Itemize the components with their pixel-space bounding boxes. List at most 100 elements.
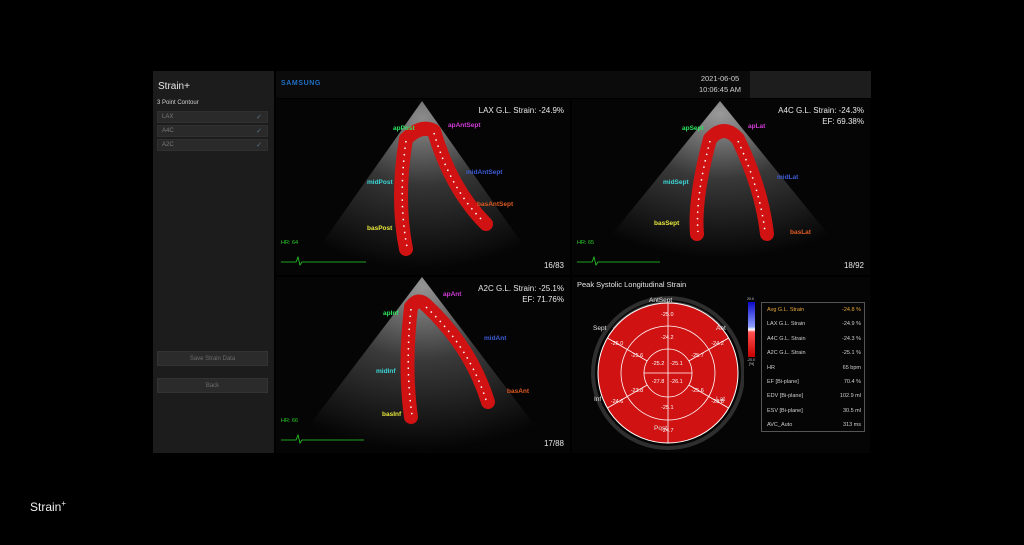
bullseye-segment-value: -24.2	[711, 341, 724, 347]
label-midPost: midPost	[367, 179, 393, 186]
stats-key: A2C G.L. Strain	[767, 350, 806, 357]
bullseye-segment-value: -24.2	[661, 335, 674, 341]
label-midSept: midSept	[663, 179, 689, 186]
bullseye-segment-value: -26.0	[610, 341, 624, 347]
bullseye-panel: Peak Systolic Longitudinal Strain -25.0 -…	[572, 277, 870, 453]
strain-color-scale	[748, 302, 755, 357]
label-apLat: apLat	[748, 123, 766, 130]
contour-item-label: A4C	[162, 128, 174, 134]
stats-value: 70.4 %	[843, 379, 861, 385]
bullseye-segment-value: -25.6	[691, 387, 704, 394]
bullseye-label-post: Post	[654, 425, 668, 432]
stats-value: -24.8 %	[842, 307, 861, 313]
bullseye-label-lat: Lat	[716, 396, 726, 403]
stats-row: LAX G.L. Strain -24.9 %	[762, 317, 866, 331]
time-text: 10:06:45 AM	[698, 85, 742, 94]
label-apInf: apInf	[383, 310, 399, 317]
check-icon: ✓	[256, 128, 262, 135]
check-icon: ✓	[256, 142, 262, 149]
contour-item-lax[interactable]: LAX ✓	[157, 111, 268, 123]
stats-value: -24.9 %	[842, 321, 861, 328]
back-button[interactable]: Back	[157, 378, 268, 393]
a4c-view[interactable]: A4C G.L. Strain: -24.3% EF: 69.38% 18/92…	[572, 99, 870, 275]
scale-unit-label: [%]	[749, 362, 755, 366]
a2c-ef-value: EF: 71.76%	[522, 295, 564, 304]
bullseye-segment-value: -25.6	[630, 352, 644, 359]
patient-info-box	[750, 71, 871, 98]
lax-frame-counter: 16/83	[543, 261, 564, 270]
stats-key: EDV [Bi-plane]	[767, 393, 804, 400]
stats-key: ESV [Bi-plane]	[767, 407, 803, 414]
label-apAnt: apAnt	[443, 291, 462, 298]
header-bar: SAMSUNG 2021-06-05 10:06:45 AM	[276, 71, 871, 98]
label-basLat: basLat	[790, 229, 811, 236]
logo-text: Strain	[30, 500, 62, 514]
a4c-heart-rate: HR: 65	[577, 240, 595, 246]
label-basSept: basSept	[654, 220, 680, 227]
contour-item-a4c[interactable]: A4C ✓	[157, 125, 268, 137]
stats-value: -25.1 %	[842, 350, 861, 357]
label-apSept: apSept	[682, 125, 704, 132]
a2c-frame-counter: 17/88	[543, 439, 564, 448]
stats-row: Avg G.L. Strain -24.8 %	[762, 303, 866, 317]
strain-sidebar: Strain+ 3 Point Contour LAX ✓ A4C ✓ A2C …	[153, 71, 274, 453]
a2c-strain-ef: A2C G.L. Strain: -25.1% EF: 71.76%	[478, 283, 564, 305]
stats-row: EDV [Bi-plane] 102.9 ml	[762, 389, 866, 403]
contour-item-a2c[interactable]: A2C ✓	[157, 139, 268, 151]
stats-key: EF [Bi-plane]	[767, 379, 799, 385]
bullseye-segment-value: -25.7	[691, 352, 704, 359]
a4c-frame-counter: 18/92	[843, 261, 864, 270]
a2c-view[interactable]: A2C G.L. Strain: -25.1% EF: 71.76% 17/88…	[276, 277, 570, 453]
datetime: 2021-06-05 10:06:45 AM	[696, 73, 744, 95]
date-text: 2021-06-05	[700, 74, 740, 83]
stats-value: 65 bpm	[842, 364, 861, 371]
lax-strain-value: LAX G.L. Strain: -24.9%	[478, 106, 564, 115]
bullseye-segment-value: -24.6	[610, 399, 624, 405]
stats-row: A2C G.L. Strain -25.1 %	[762, 346, 866, 360]
a2c-heart-rate: HR: 66	[281, 418, 299, 424]
stats-key: AVC_Auto	[767, 422, 793, 429]
stats-key: A4C G.L. Strain	[767, 335, 806, 342]
lax-ultrasound-image	[281, 101, 526, 269]
a4c-strain-ef: A4C G.L. Strain: -24.3% EF: 69.38%	[778, 105, 864, 127]
stats-value: 313 ms	[842, 422, 861, 429]
label-basInf: basInf	[382, 411, 402, 418]
label-basAntSept: basAntSept	[477, 201, 514, 208]
label-midLat: midLat	[777, 174, 799, 181]
stats-key: LAX G.L. Strain	[767, 321, 806, 328]
label-apPost: apPost	[393, 125, 415, 132]
scale-top-label: 20.0	[747, 297, 754, 301]
a4c-strain-value: A4C G.L. Strain: -24.3%	[778, 106, 864, 115]
label-midInf: midInf	[376, 368, 396, 375]
a4c-ef-value: EF: 69.38%	[822, 117, 864, 126]
save-strain-data-button[interactable]: Save Strain Data	[157, 351, 268, 366]
bullseye-label-antsept: AntSept	[649, 297, 673, 304]
bullseye-segment-value: -25.1	[661, 405, 674, 411]
lax-view[interactable]: LAX G.L. Strain: -24.9% 16/83 HR: 64 apP…	[276, 99, 570, 275]
bullseye-segment-value: -25.0	[661, 312, 674, 318]
stats-key: HR	[767, 364, 775, 371]
brand-logo: SAMSUNG	[281, 80, 321, 87]
stats-row: AVC_Auto 313 ms	[762, 418, 866, 432]
stats-row: HR 65 bpm	[762, 361, 866, 375]
bullseye-segment-value: -26.1	[670, 379, 683, 386]
bullseye-segment-value: -23.8	[630, 387, 644, 394]
stats-value: -24.3 %	[842, 335, 861, 342]
bullseye-segment-value: -25.1	[670, 360, 683, 367]
stats-key: Avg G.L. Strain	[767, 307, 805, 313]
label-midAntSept: midAntSept	[466, 169, 503, 176]
stats-value: 102.9 ml	[839, 393, 861, 400]
label-midAnt: midAnt	[484, 335, 507, 342]
label-apAntSept: apAntSept	[448, 122, 481, 129]
stats-row: A4C G.L. Strain -24.3 %	[762, 332, 866, 346]
contour-mode-label: 3 Point Contour	[157, 100, 199, 106]
lax-heart-rate: HR: 64	[281, 240, 299, 246]
stats-value: 30.5 ml	[842, 407, 861, 414]
logo-sup: +	[61, 499, 67, 508]
sidebar-title: Strain+	[158, 81, 190, 92]
a2c-strain-value: A2C G.L. Strain: -25.1%	[478, 284, 564, 293]
contour-item-label: LAX	[162, 114, 174, 120]
bullseye-label-ant: Ant	[716, 325, 726, 332]
strain-summary-table: Avg G.L. Strain -24.8 % LAX G.L. Strain -24…	[761, 302, 865, 432]
label-basPost: basPost	[367, 225, 393, 232]
